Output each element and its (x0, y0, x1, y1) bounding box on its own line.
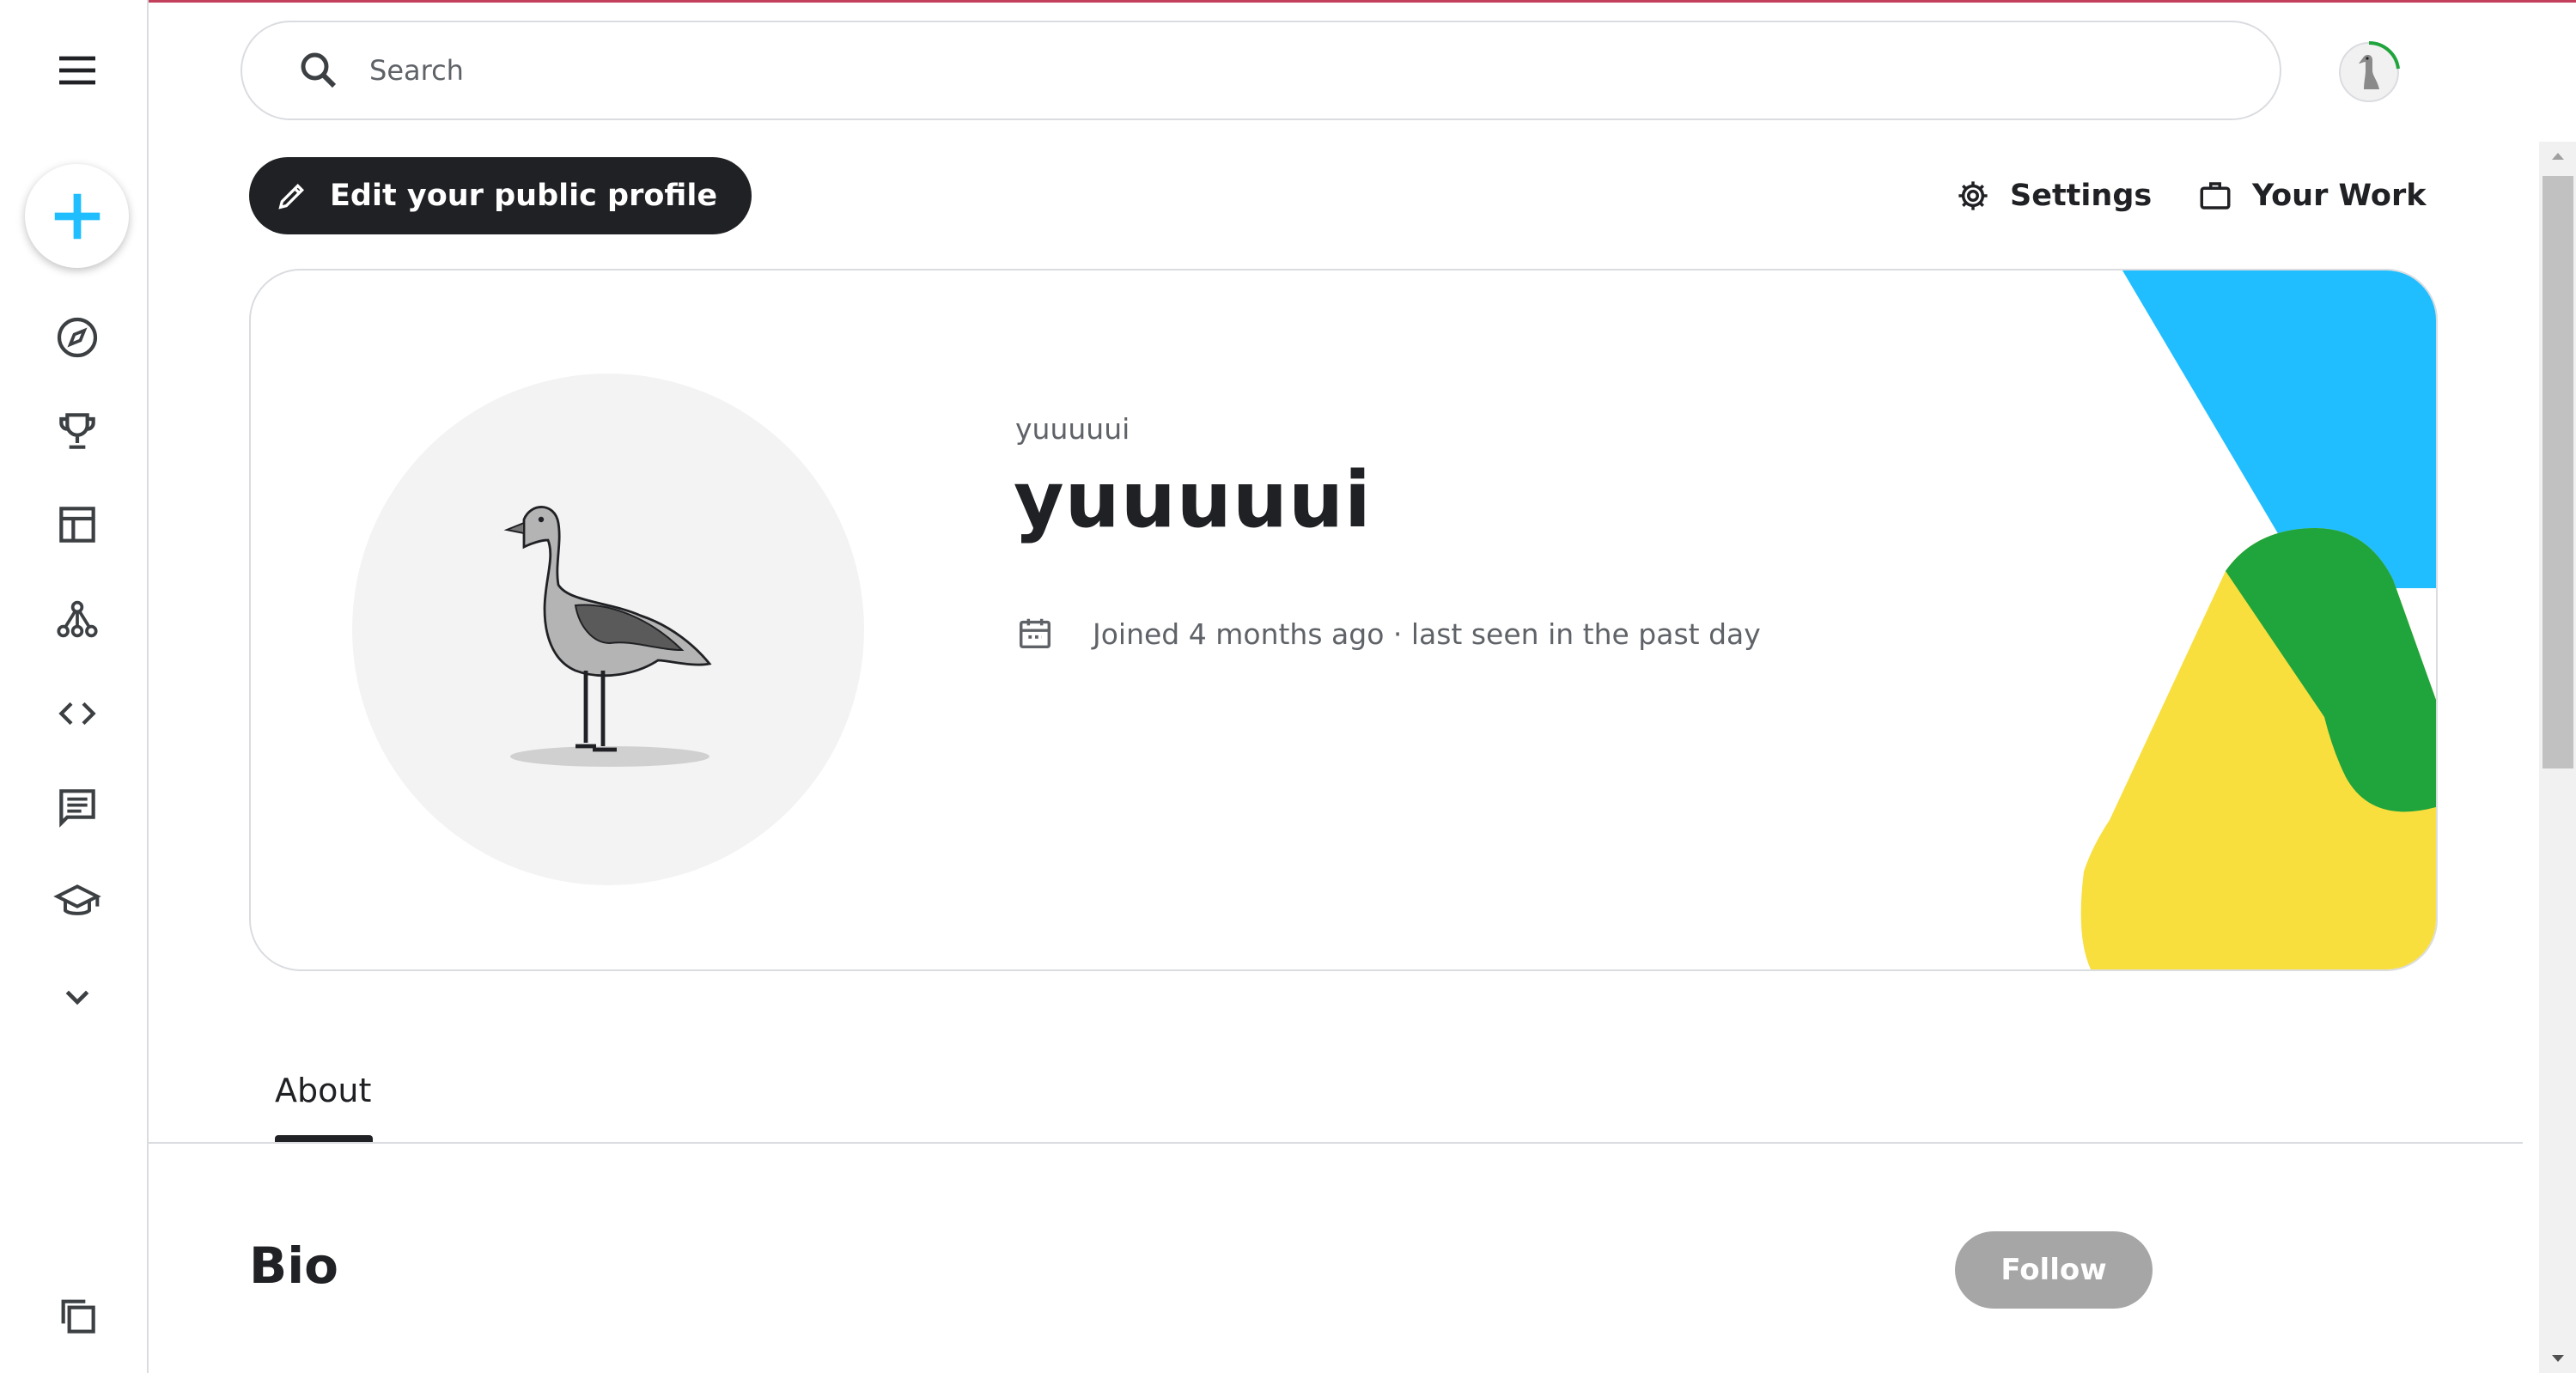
profile-joined-info: Joined 4 months ago · last seen in the p… (1015, 614, 1761, 653)
scroll-up-button[interactable] (2539, 142, 2576, 171)
tab-active-indicator (275, 1135, 373, 1142)
settings-button[interactable]: Settings (1955, 163, 2152, 228)
bio-heading: Bio (249, 1236, 338, 1295)
your-work-button[interactable]: Your Work (2197, 163, 2426, 228)
table-icon (59, 507, 95, 543)
sidebar-item-datasets[interactable] (39, 486, 116, 563)
goose-illustration-icon (503, 506, 712, 767)
sidebar-item-explore[interactable] (39, 299, 116, 376)
search-input[interactable] (368, 53, 2175, 88)
models-icon (57, 600, 98, 638)
code-icon (58, 702, 96, 726)
goose-avatar-icon (2339, 40, 2400, 102)
copy-icon (61, 1299, 95, 1334)
edit-profile-button[interactable]: Edit your public profile (249, 157, 752, 234)
trophy-icon (59, 413, 95, 449)
create-button[interactable] (25, 164, 129, 268)
briefcase-icon (2200, 182, 2231, 210)
sidebar-item-competitions[interactable] (39, 392, 116, 470)
tab-about[interactable]: About (275, 1072, 371, 1109)
profile-joined-text: Joined 4 months ago · last seen in the p… (1093, 617, 1761, 651)
sidebar-item-models[interactable] (39, 580, 116, 658)
profile-username: yuuuuui (1015, 412, 1130, 446)
sidebar-item-code[interactable] (39, 675, 116, 752)
calendar-icon (1019, 618, 1051, 649)
pencil-icon (278, 183, 305, 210)
sidebar-more-button[interactable] (39, 957, 116, 1035)
scroll-thumb[interactable] (2543, 176, 2573, 769)
discussion-icon (59, 789, 95, 828)
your-work-label: Your Work (2252, 179, 2427, 213)
plus-icon (54, 193, 100, 239)
sidebar-item-discussions[interactable] (39, 769, 116, 846)
settings-label: Settings (2010, 179, 2153, 213)
profile-display-name: yuuuuui (1014, 455, 1372, 545)
menu-button[interactable] (39, 32, 116, 109)
profile-avatar (352, 374, 864, 885)
page-scrollbar[interactable] (2539, 142, 2576, 1373)
learn-icon (53, 884, 101, 915)
sidebar-item-learn[interactable] (39, 864, 116, 941)
menu-icon (59, 56, 95, 85)
follow-button[interactable]: Follow (1955, 1231, 2153, 1309)
left-nav-rail (0, 0, 149, 1373)
profile-card: yuuuuui yuuuuui Joined 4 months ago · la… (249, 269, 2438, 971)
edit-profile-label: Edit your public profile (330, 179, 718, 213)
window-top-accent (0, 0, 2576, 3)
profile-banner-art (2080, 270, 2436, 969)
tab-divider (147, 1142, 2523, 1144)
sidebar-item-recent[interactable] (39, 1277, 116, 1354)
search-bar[interactable] (241, 21, 2281, 120)
scroll-down-button[interactable] (2539, 1344, 2576, 1373)
account-avatar-button[interactable] (2335, 38, 2403, 106)
chevron-down-icon (65, 990, 89, 1005)
compass-icon (57, 317, 98, 358)
triangle-down-icon (2551, 1355, 2564, 1362)
triangle-up-icon (2551, 153, 2564, 160)
gear-icon (1958, 181, 1988, 210)
search-icon (301, 52, 337, 88)
